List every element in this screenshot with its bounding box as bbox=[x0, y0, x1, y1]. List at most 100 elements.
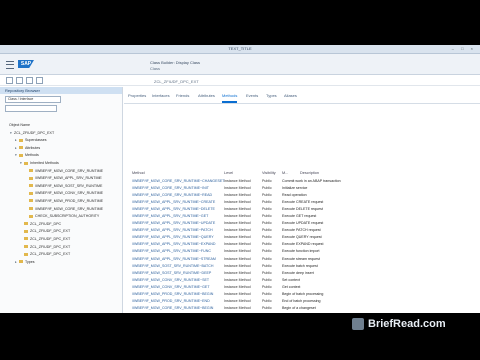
method-name[interactable]: /IWBEP/IF_MGW_APPL_SRV_RUNTIME~CREATE bbox=[132, 199, 215, 206]
method-name[interactable]: /IWBEP/IF_MGW_CORE_SRV_RUNTIME~END bbox=[132, 312, 210, 314]
table-row[interactable]: /IWBEP/IF_MGW_CORE_SRV_RUNTIME~READ Insta… bbox=[132, 192, 478, 199]
table-row[interactable]: /IWBEP/IF_MGW_APPL_SRV_RUNTIME~GET Instan… bbox=[132, 213, 478, 220]
tab-events[interactable]: Events bbox=[246, 89, 258, 103]
method-description: Set context bbox=[282, 277, 300, 282]
method-name[interactable]: /IWBEP/IF_MGW_SOST_SRV_RUNTIME~DEEP bbox=[132, 270, 211, 277]
method-visibility: Public bbox=[262, 179, 272, 183]
tab-properties[interactable]: Properties bbox=[128, 89, 146, 103]
method-name[interactable]: /IWBEP/IF_MGW_APPL_SRV_RUNTIME~DELETE bbox=[132, 206, 215, 213]
tab-interfaces[interactable]: Interfaces bbox=[152, 89, 170, 103]
tab-types[interactable]: Types bbox=[266, 89, 277, 103]
method-name[interactable]: /IWBEP/IF_MGW_CONV_SRV_RUNTIME~GET bbox=[132, 284, 210, 291]
method-description: Commit work in an ABAP transaction bbox=[282, 179, 341, 183]
table-row[interactable]: /IWBEP/IF_MGW_APPL_SRV_RUNTIME~DELETE Ins… bbox=[132, 206, 478, 213]
method-level: Instance Method bbox=[224, 298, 251, 303]
col-m[interactable]: M... bbox=[282, 171, 288, 175]
class-editor: ZCL_ZFIUDF_DPC_EXT Properties Interfaces Fr… bbox=[124, 79, 480, 314]
tree-node[interactable]: CHECK_SUBSCRIPTION_AUTHORITY bbox=[0, 213, 122, 221]
back-icon[interactable] bbox=[6, 77, 13, 84]
method-level: Instance Method bbox=[224, 193, 251, 198]
table-row[interactable]: /IWBEP/IF_MGW_CORE_SRV_RUNTIME~BEGIN Inst… bbox=[132, 305, 478, 312]
table-row[interactable]: /IWBEP/IF_MGW_PROD_SRV_RUNTIME~BEGIN Inst… bbox=[132, 291, 478, 298]
method-name[interactable]: /IWBEP/IF_MGW_PROD_SRV_RUNTIME~BEGIN bbox=[132, 291, 213, 298]
tree-node-label: /IWBEP/IF_MGW_PROD_SRV_RUNTIME bbox=[35, 198, 104, 203]
shell-header: SAP Class Builder: Display Class Class bbox=[0, 54, 480, 75]
tree-node[interactable]: /IWBEP/IF_MGW_CONV_SRV_RUNTIME bbox=[0, 190, 122, 198]
table-row[interactable]: /IWBEP/IF_MGW_APPL_SRV_RUNTIME~STREAM Ins… bbox=[132, 256, 478, 263]
table-row[interactable]: /IWBEP/IF_MGW_APPL_SRV_RUNTIME~QUERY Inst… bbox=[132, 234, 478, 241]
method-name[interactable]: /IWBEP/IF_MGW_APPL_SRV_RUNTIME~PATCH bbox=[132, 227, 213, 234]
tree-node[interactable]: ZCL_ZFIUDF_DPC_EXT bbox=[0, 244, 122, 252]
tab-attributes[interactable]: Attributes bbox=[198, 89, 215, 103]
window-controls[interactable]: – □ × bbox=[452, 46, 476, 51]
forward-icon[interactable] bbox=[16, 77, 23, 84]
tree-node-label: ZCL_ZFIUDF_DPC_EXT bbox=[30, 229, 71, 234]
tree-node[interactable]: /IWBEP/IF_MGW_SOST_SRV_RUNTIME bbox=[0, 183, 122, 191]
method-name[interactable]: /IWBEP/IF_MGW_CORE_SRV_RUNTIME~INIT bbox=[132, 185, 209, 192]
tree-node[interactable]: /IWBEP/IF_MGW_PROD_SRV_RUNTIME bbox=[0, 198, 122, 206]
tree-node[interactable]: ▸ Types bbox=[0, 259, 122, 267]
col-description[interactable]: Description bbox=[300, 171, 319, 175]
tree-node[interactable]: ▸ Superclasses bbox=[0, 137, 122, 145]
menu-icon[interactable] bbox=[6, 61, 14, 69]
table-row[interactable]: /IWBEP/IF_MGW_PROD_SRV_RUNTIME~END Instan… bbox=[132, 298, 478, 305]
tree-node[interactable]: ZCL_ZFIUDF_DPC bbox=[0, 221, 122, 229]
object-name-input[interactable] bbox=[5, 105, 57, 112]
method-name[interactable]: /IWBEP/IF_MGW_APPL_SRV_RUNTIME~STREAM bbox=[132, 256, 216, 263]
tree-node[interactable]: /IWBEP/IF_MGW_CORE_SRV_RUNTIME bbox=[0, 168, 122, 176]
method-name[interactable]: /IWBEP/IF_MGW_CONV_SRV_RUNTIME~SET bbox=[132, 277, 209, 284]
table-row[interactable]: /IWBEP/IF_MGW_SOST_SRV_RUNTIME~BATCH Inst… bbox=[132, 263, 478, 270]
sap-gui-window: TEXT_TITLE – □ × SAP Class Builder: Disp… bbox=[0, 45, 480, 313]
tree-node[interactable]: ▾ Methods bbox=[0, 152, 122, 160]
method-visibility: Public bbox=[262, 263, 272, 268]
object-type-select[interactable]: Class / Interface bbox=[5, 96, 61, 103]
method-visibility: Public bbox=[262, 270, 272, 275]
col-method[interactable]: Method bbox=[132, 171, 145, 175]
method-name[interactable]: /IWBEP/IF_MGW_APPL_SRV_RUNTIME~QUERY bbox=[132, 234, 214, 241]
tree-node[interactable]: ▸ Attributes bbox=[0, 145, 122, 153]
activate-icon[interactable] bbox=[36, 77, 43, 84]
tab-friends[interactable]: Friends bbox=[176, 89, 189, 103]
method-level: Instance Method bbox=[224, 263, 251, 268]
table-row[interactable]: /IWBEP/IF_MGW_APPL_SRV_RUNTIME~PATCH Inst… bbox=[132, 227, 478, 234]
tree-node[interactable]: Object Name bbox=[0, 122, 122, 130]
method-name[interactable]: /IWBEP/IF_MGW_CORE_SRV_RUNTIME~BEGIN bbox=[132, 305, 213, 312]
table-row[interactable]: /IWBEP/IF_MGW_APPL_SRV_RUNTIME~EXPAND Ins… bbox=[132, 241, 478, 248]
method-level: Instance Method bbox=[224, 277, 251, 282]
tree-node-label: /IWBEP/IF_MGW_CONV_SRV_RUNTIME bbox=[35, 191, 104, 196]
table-row[interactable]: /IWBEP/IF_MGW_APPL_SRV_RUNTIME~CREATE Ins… bbox=[132, 199, 478, 206]
tree-node-label: /IWBEP/IF_MGW_CORE_SRV_RUNTIME bbox=[35, 206, 104, 211]
table-row[interactable]: /IWBEP/IF_MGW_CORE_SRV_RUNTIME~CHANGESET… bbox=[132, 178, 478, 185]
table-row[interactable]: /IWBEP/IF_MGW_CONV_SRV_RUNTIME~GET Instan… bbox=[132, 284, 478, 291]
method-name[interactable]: /IWBEP/IF_MGW_APPL_SRV_RUNTIME~GET bbox=[132, 213, 208, 220]
method-name[interactable]: /IWBEP/IF_MGW_APPL_SRV_RUNTIME~EXPAND bbox=[132, 241, 215, 248]
tree-node[interactable]: /IWBEP/IF_MGW_CORE_SRV_RUNTIME bbox=[0, 206, 122, 214]
tab-methods[interactable]: Methods bbox=[222, 89, 238, 103]
method-name[interactable]: /IWBEP/IF_MGW_SOST_SRV_RUNTIME~BATCH bbox=[132, 263, 213, 270]
table-row[interactable]: /IWBEP/IF_MGW_APPL_SRV_RUNTIME~FUNC Insta… bbox=[132, 248, 478, 255]
method-name[interactable]: /IWBEP/IF_MGW_CORE_SRV_RUNTIME~CHANGESET bbox=[132, 178, 225, 185]
tree-node-label: /IWBEP/IF_MGW_CORE_SRV_RUNTIME bbox=[35, 168, 104, 173]
display-change-icon[interactable] bbox=[26, 77, 33, 84]
method-name[interactable]: /IWBEP/IF_MGW_PROD_SRV_RUNTIME~END bbox=[132, 298, 210, 305]
tree-node[interactable]: ZCL_ZFIUDF_DPC_EXT bbox=[0, 228, 122, 236]
tree-node[interactable]: ZCL_ZFIUDF_DPC_EXT bbox=[0, 251, 122, 259]
method-name[interactable]: /IWBEP/IF_MGW_APPL_SRV_RUNTIME~FUNC bbox=[132, 248, 211, 255]
tree-node[interactable]: ZCL_ZFIUDF_DPC_EXT bbox=[0, 236, 122, 244]
table-row[interactable]: /IWBEP/IF_MGW_APPL_SRV_RUNTIME~UPDATE Ins… bbox=[132, 220, 478, 227]
folder-icon bbox=[24, 161, 28, 165]
method-description: End of a changeset bbox=[282, 312, 313, 314]
tab-aliases[interactable]: Aliases bbox=[284, 89, 297, 103]
method-name[interactable]: /IWBEP/IF_MGW_APPL_SRV_RUNTIME~UPDATE bbox=[132, 220, 215, 227]
table-row[interactable]: /IWBEP/IF_MGW_CORE_SRV_RUNTIME~INIT Insta… bbox=[132, 185, 478, 192]
col-level[interactable]: Level bbox=[224, 171, 233, 175]
method-name[interactable]: /IWBEP/IF_MGW_CORE_SRV_RUNTIME~READ bbox=[132, 192, 212, 199]
table-row[interactable]: /IWBEP/IF_MGW_SOST_SRV_RUNTIME~DEEP Insta… bbox=[132, 270, 478, 277]
tree-node[interactable]: /IWBEP/IF_MGW_APPL_SRV_RUNTIME bbox=[0, 175, 122, 183]
table-row[interactable]: /IWBEP/IF_MGW_CONV_SRV_RUNTIME~SET Instan… bbox=[132, 277, 478, 284]
col-visibility[interactable]: Visibility bbox=[262, 171, 276, 175]
window-titlebar: TEXT_TITLE – □ × bbox=[0, 45, 480, 54]
table-row[interactable]: /IWBEP/IF_MGW_CORE_SRV_RUNTIME~END Instan… bbox=[132, 312, 478, 314]
tree-node[interactable]: ▾ Inherited Methods bbox=[0, 160, 122, 168]
tree-node[interactable]: ▾ ZCL_ZFIUDF_DPC_EXT bbox=[0, 130, 122, 138]
